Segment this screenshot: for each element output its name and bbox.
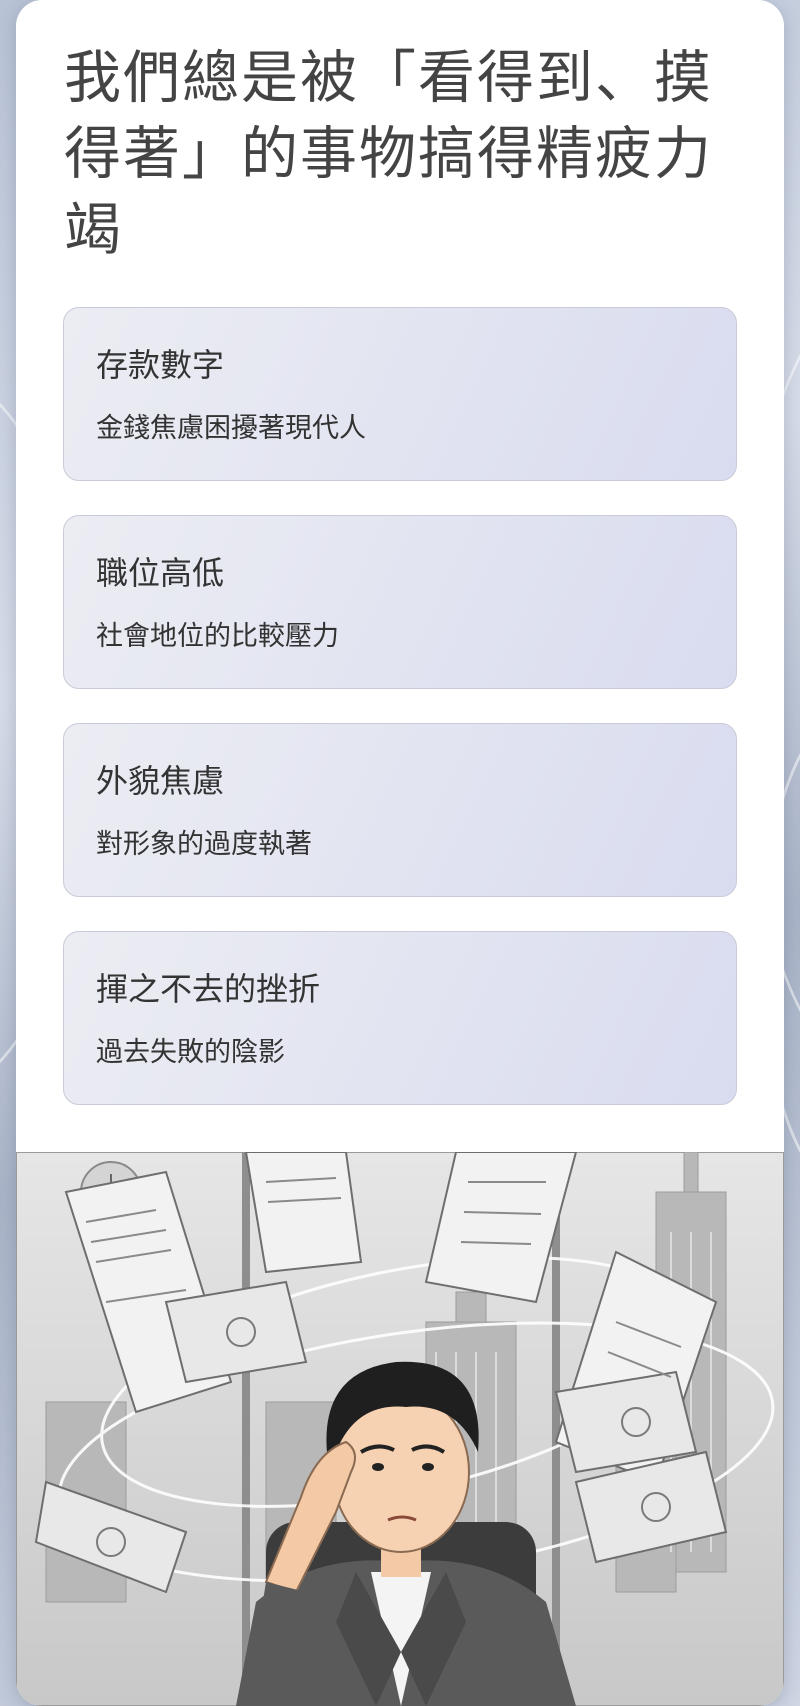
page-title: 我們總是被「看得到、摸得著」的事物搞得精疲力竭 [64, 45, 713, 263]
item-heading: 職位高低 [96, 554, 225, 592]
list-item: 存款數字 金錢焦慮困擾著現代人 [63, 307, 737, 481]
list-item: 外貌焦慮 對形象的過度執著 [63, 723, 737, 897]
item-description: 對形象的過度執著 [96, 829, 312, 860]
list-item: 揮之不去的挫折 過去失敗的陰影 [63, 931, 737, 1105]
item-description: 社會地位的比較壓力 [96, 621, 339, 652]
item-description: 過去失敗的陰影 [96, 1037, 285, 1068]
content-card: 我們總是被「看得到、摸得著」的事物搞得精疲力竭 存款數字 金錢焦慮困擾著現代人 … [16, 0, 784, 1706]
item-heading: 揮之不去的挫折 [96, 970, 321, 1008]
item-heading: 存款數字 [96, 346, 225, 384]
stressed-businessman-illustration [16, 1152, 784, 1706]
item-heading: 外貌焦慮 [96, 762, 225, 800]
list-item: 職位高低 社會地位的比較壓力 [63, 515, 737, 689]
item-description: 金錢焦慮困擾著現代人 [96, 413, 366, 444]
